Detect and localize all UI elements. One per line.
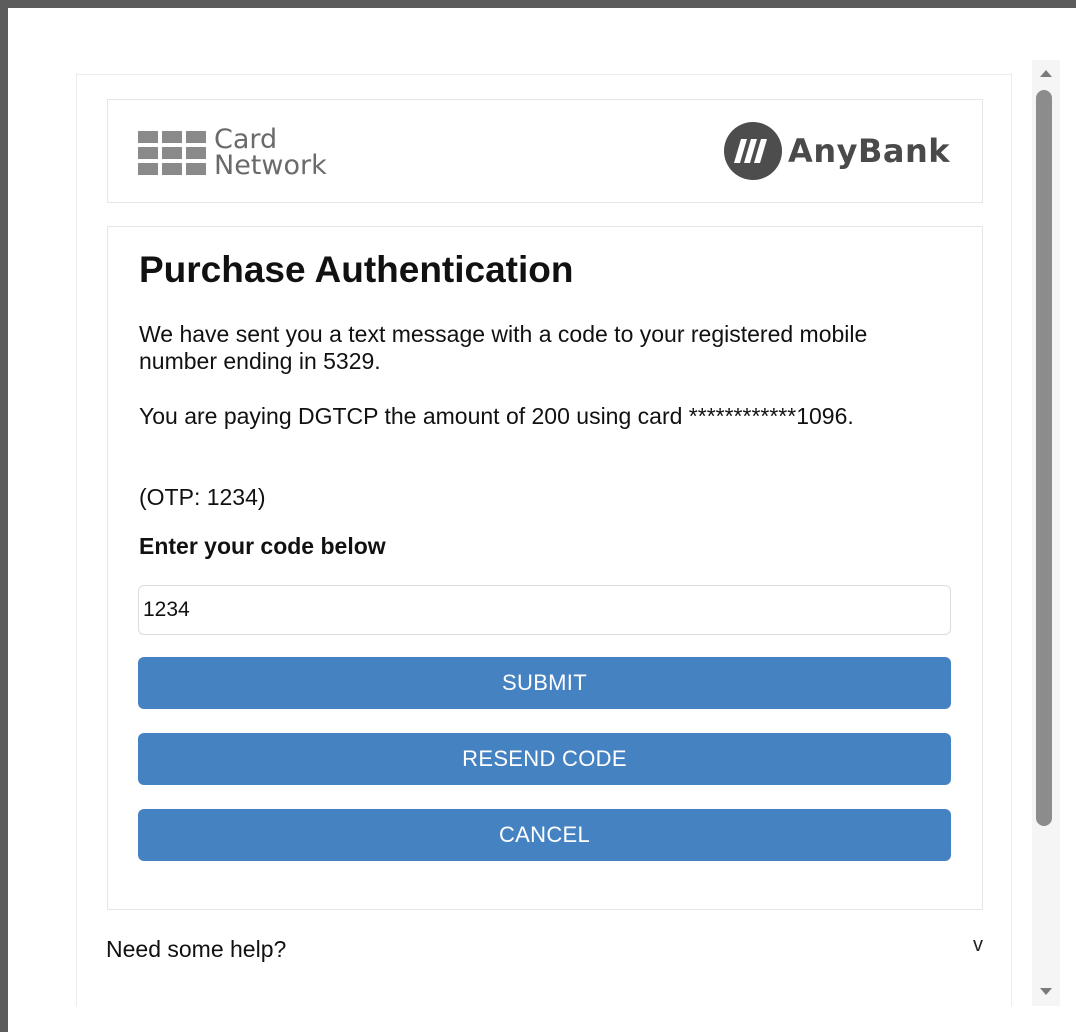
card-network-wordmark: Card Network	[214, 126, 327, 181]
chevron-down-icon[interactable]: v	[973, 934, 983, 957]
card-network-line2: Network	[214, 150, 327, 181]
sms-sent-message: We have sent you a text message with a c…	[139, 321, 868, 374]
code-input-label: Enter your code below	[139, 533, 386, 559]
scroll-down-arrow-icon[interactable]	[1032, 984, 1060, 1000]
anybank-wordmark: AnyBank	[788, 132, 950, 170]
vertical-scrollbar[interactable]	[1032, 60, 1060, 1006]
payment-details-message: You are paying DGTCP the amount of 200 u…	[139, 403, 854, 429]
brand-header: Card Network AnyBank	[107, 99, 983, 203]
resend-code-button[interactable]: RESEND CODE	[138, 733, 951, 785]
anybank-logo: AnyBank	[724, 122, 950, 180]
authentication-form-card: Purchase Authentication We have sent you…	[107, 226, 983, 910]
scrollbar-thumb[interactable]	[1036, 90, 1052, 826]
help-expander[interactable]: Need some help? v	[106, 932, 983, 972]
grid-logo-icon	[138, 131, 206, 175]
scroll-up-arrow-icon[interactable]	[1032, 66, 1060, 82]
anybank-stripes-icon	[724, 122, 783, 180]
submit-button[interactable]: SUBMIT	[138, 657, 951, 709]
authentication-panel: Card Network AnyBank Purchase Authentica…	[76, 74, 1012, 1006]
otp-hint: (OTP: 1234)	[139, 484, 266, 510]
window-frame: Card Network AnyBank Purchase Authentica…	[0, 0, 1076, 1032]
cancel-button[interactable]: CANCEL	[138, 809, 951, 861]
card-network-logo: Card Network	[138, 126, 327, 180]
page-title: Purchase Authentication	[139, 249, 574, 290]
help-label: Need some help?	[106, 936, 287, 962]
otp-code-input[interactable]	[138, 585, 951, 635]
